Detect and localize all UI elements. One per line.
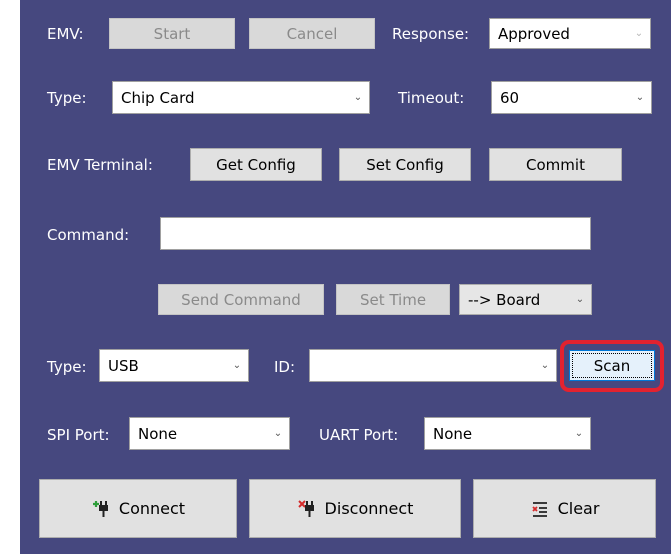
chevron-down-icon: ⌄ [575,294,585,305]
scan-button[interactable]: Scan [569,350,655,381]
spi-port-label: SPI Port: [47,426,110,444]
command-label: Command: [47,226,130,244]
uart-port-dropdown[interactable]: None ⌄ [424,417,591,450]
chevron-down-icon: ⌄ [353,92,363,103]
emv-label: EMV: [47,25,84,43]
spi-port-dropdown[interactable]: None ⌄ [129,417,290,450]
timeout-value: 60 [500,88,520,107]
uart-port-label: UART Port: [319,426,399,444]
connect-button[interactable]: Connect [39,479,237,538]
disconnect-button[interactable]: Disconnect [249,479,461,538]
chevron-down-icon: ⌄ [635,92,645,103]
spi-port-value: None [138,424,178,443]
connection-type-label: Type: [47,358,87,376]
response-dropdown[interactable]: Approved ⌄ [489,18,651,49]
target-dropdown[interactable]: --> Board ⌄ [459,284,592,315]
start-button[interactable]: Start [109,18,235,49]
timeout-label: Timeout: [398,89,465,107]
card-type-label: Type: [47,89,87,107]
disconnect-label: Disconnect [324,499,414,518]
chevron-down-icon: ⌄ [634,28,644,39]
clear-label: Clear [557,499,600,518]
plug-plus-icon [92,500,108,517]
send-command-button[interactable]: Send Command [158,284,324,315]
device-id-dropdown[interactable]: ⌄ [309,349,557,382]
connect-label: Connect [118,499,186,518]
response-label: Response: [392,25,470,43]
target-value: --> Board [468,290,541,309]
clear-button[interactable]: Clear [473,479,656,538]
connection-type-value: USB [108,356,139,375]
set-time-button[interactable]: Set Time [336,284,450,315]
chevron-down-icon: ⌄ [273,428,283,439]
cancel-button[interactable]: Cancel [249,18,375,49]
commit-button[interactable]: Commit [489,148,622,181]
set-config-button[interactable]: Set Config [339,148,471,181]
card-type-value: Chip Card [121,88,195,107]
emv-terminal-label: EMV Terminal: [47,156,153,174]
chevron-down-icon: ⌄ [540,360,550,371]
uart-port-value: None [433,424,473,443]
timeout-dropdown[interactable]: 60 ⌄ [491,81,652,114]
plug-x-icon [297,499,314,517]
device-id-label: ID: [274,358,296,376]
connection-type-dropdown[interactable]: USB ⌄ [99,349,249,382]
chevron-down-icon: ⌄ [574,428,584,439]
clear-list-icon [531,501,547,517]
card-type-dropdown[interactable]: Chip Card ⌄ [112,81,370,114]
chevron-down-icon: ⌄ [232,360,242,371]
command-input[interactable] [160,217,591,250]
get-config-button[interactable]: Get Config [190,148,322,181]
response-value: Approved [498,24,570,43]
